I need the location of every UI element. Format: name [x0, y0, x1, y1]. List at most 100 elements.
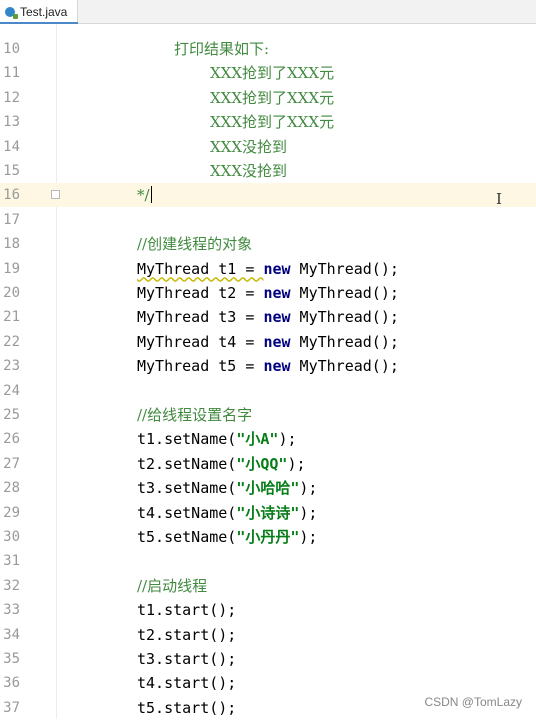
- code-comment: */: [137, 183, 153, 207]
- line-number: 35: [3, 651, 20, 667]
- code-line[interactable]: 21 MyThread t3 = new MyThread();: [0, 305, 536, 329]
- code-line[interactable]: 28 t3.setName("小哈哈");: [0, 476, 536, 500]
- comment-text: XXX抢到了XXX元: [210, 113, 335, 132]
- code-line[interactable]: 33 t1.start();: [0, 598, 536, 622]
- line-number: 20: [3, 285, 20, 301]
- line-number: 30: [3, 529, 20, 545]
- line-number: 26: [3, 431, 20, 448]
- comment-text: */: [137, 186, 150, 205]
- code-comment: XXX没抢到: [210, 159, 287, 183]
- code-line[interactable]: 36 t4.start();: [0, 671, 536, 695]
- code-line[interactable]: 31: [0, 549, 536, 573]
- code-statement: t1.start();: [137, 601, 237, 620]
- code-token: t4.setName(: [137, 503, 237, 522]
- code-line[interactable]: 11 XXX抢到了XXX元: [0, 61, 536, 85]
- code-token: MyThread t5 =: [137, 357, 264, 376]
- line-number: 23: [3, 358, 20, 375]
- code-line[interactable]: 27 t2.setName("小QQ");: [0, 452, 536, 476]
- line-number: 36: [3, 675, 20, 692]
- code-statement: t2.start();: [137, 625, 237, 644]
- comment-text: //给线程设置名字: [137, 406, 253, 424]
- line-number: 21: [3, 309, 20, 326]
- code-statement: MyThread t1 = new MyThread();: [137, 257, 399, 281]
- comment-text: 打印结果如下:: [174, 40, 270, 58]
- code-line[interactable]: 35 t3.start();: [0, 647, 536, 671]
- string-literal: "小诗诗": [236, 503, 300, 522]
- code-statement: MyThread t3 = new MyThread();: [137, 305, 399, 329]
- code-token: );: [287, 454, 306, 473]
- code-token: );: [278, 430, 297, 449]
- code-line[interactable]: 23 MyThread t5 = new MyThread();: [0, 354, 536, 378]
- line-number: 37: [3, 699, 20, 716]
- code-token: MyThread t1 =: [137, 259, 264, 278]
- code-token: t3.setName(: [137, 479, 237, 498]
- line-number: 31: [3, 553, 20, 570]
- text-caret: [150, 186, 153, 204]
- code-line[interactable]: 20 MyThread t2 = new MyThread();: [0, 281, 536, 305]
- code-line[interactable]: 34 t2.start();: [0, 623, 536, 647]
- code-statement: t4.start();: [137, 674, 237, 693]
- code-comment: //创建线程的对象: [137, 232, 252, 256]
- line-number: 33: [3, 602, 20, 619]
- string-literal: "小A": [236, 430, 279, 449]
- code-token: );: [299, 503, 318, 522]
- line-number: 27: [3, 455, 20, 472]
- line-number: 24: [3, 382, 20, 399]
- code-line[interactable]: 26 t1.setName("小A");: [0, 427, 536, 451]
- line-number: 16: [3, 187, 20, 204]
- code-statement: t3.start();: [137, 650, 237, 668]
- code-token: MyThread();: [290, 284, 399, 302]
- code-token: t2.setName(: [137, 454, 237, 473]
- string-literal: "小哈哈": [236, 479, 300, 498]
- code-statement: t3.setName("小哈哈");: [137, 476, 317, 500]
- code-line[interactable]: 14 XXX没抢到: [0, 135, 536, 159]
- line-number: 25: [3, 407, 20, 423]
- code-line[interactable]: 15 XXX没抢到: [0, 159, 536, 183]
- code-comment: //启动线程: [137, 574, 207, 598]
- editor-tab-bar: Test.java: [0, 0, 536, 24]
- code-statement: t4.setName("小诗诗");: [137, 501, 317, 525]
- tab-test-java[interactable]: Test.java: [0, 0, 78, 24]
- code-statement: t5.setName("小丹丹");: [137, 525, 317, 549]
- watermark: CSDN @TomLazy: [424, 695, 522, 709]
- code-line[interactable]: 17: [0, 208, 536, 232]
- keyword-token: new: [263, 332, 291, 351]
- code-line[interactable]: 12 XXX抢到了XXX元: [0, 86, 536, 110]
- line-number: 29: [3, 504, 20, 521]
- code-token: MyThread();: [290, 332, 399, 351]
- comment-text: XXX抢到了XXX元: [210, 88, 335, 107]
- line-number: 18: [3, 236, 20, 253]
- code-line[interactable]: 29 t4.setName("小诗诗");: [0, 501, 536, 525]
- code-line[interactable]: 13 XXX抢到了XXX元: [0, 110, 536, 134]
- code-line[interactable]: 30 t5.setName("小丹丹");: [0, 525, 536, 549]
- line-number: 12: [3, 89, 20, 106]
- code-statement: t2.setName("小QQ");: [137, 452, 306, 476]
- code-line[interactable]: 32 //启动线程: [0, 574, 536, 598]
- code-line[interactable]: 16 */: [0, 183, 536, 208]
- keyword-token: new: [263, 284, 291, 302]
- fold-marker-icon[interactable]: [51, 190, 60, 200]
- comment-text: XXX没抢到: [210, 162, 288, 180]
- code-statement: MyThread t4 = new MyThread();: [137, 330, 399, 354]
- code-line[interactable]: 24: [0, 379, 536, 403]
- code-token: MyThread t3 =: [137, 308, 264, 327]
- java-class-icon: [5, 6, 18, 19]
- line-number: 17: [3, 211, 20, 228]
- code-line[interactable]: 18 //创建线程的对象: [0, 232, 536, 256]
- comment-text: //启动线程: [137, 576, 208, 595]
- line-number: 34: [3, 626, 20, 643]
- code-token: MyThread t4 =: [137, 332, 264, 351]
- comment-text: XXX抢到了XXX元: [210, 64, 335, 83]
- mouse-ibeam-cursor-icon: I: [496, 190, 502, 208]
- code-statement: t5.start();: [137, 698, 237, 717]
- code-line[interactable]: 10 打印结果如下:: [0, 37, 536, 61]
- code-token: MyThread t2 =: [137, 284, 264, 302]
- code-line[interactable]: 22 MyThread t4 = new MyThread();: [0, 330, 536, 354]
- line-number: 32: [3, 577, 20, 594]
- code-line[interactable]: 25 //给线程设置名字: [0, 403, 536, 427]
- code-comment: XXX没抢到: [210, 135, 287, 159]
- code-comment: XXX抢到了XXX元: [210, 86, 334, 110]
- code-line[interactable]: 19 MyThread t1 = new MyThread();: [0, 257, 536, 281]
- code-comment: XXX抢到了XXX元: [210, 110, 334, 134]
- string-literal: "小QQ": [236, 454, 288, 473]
